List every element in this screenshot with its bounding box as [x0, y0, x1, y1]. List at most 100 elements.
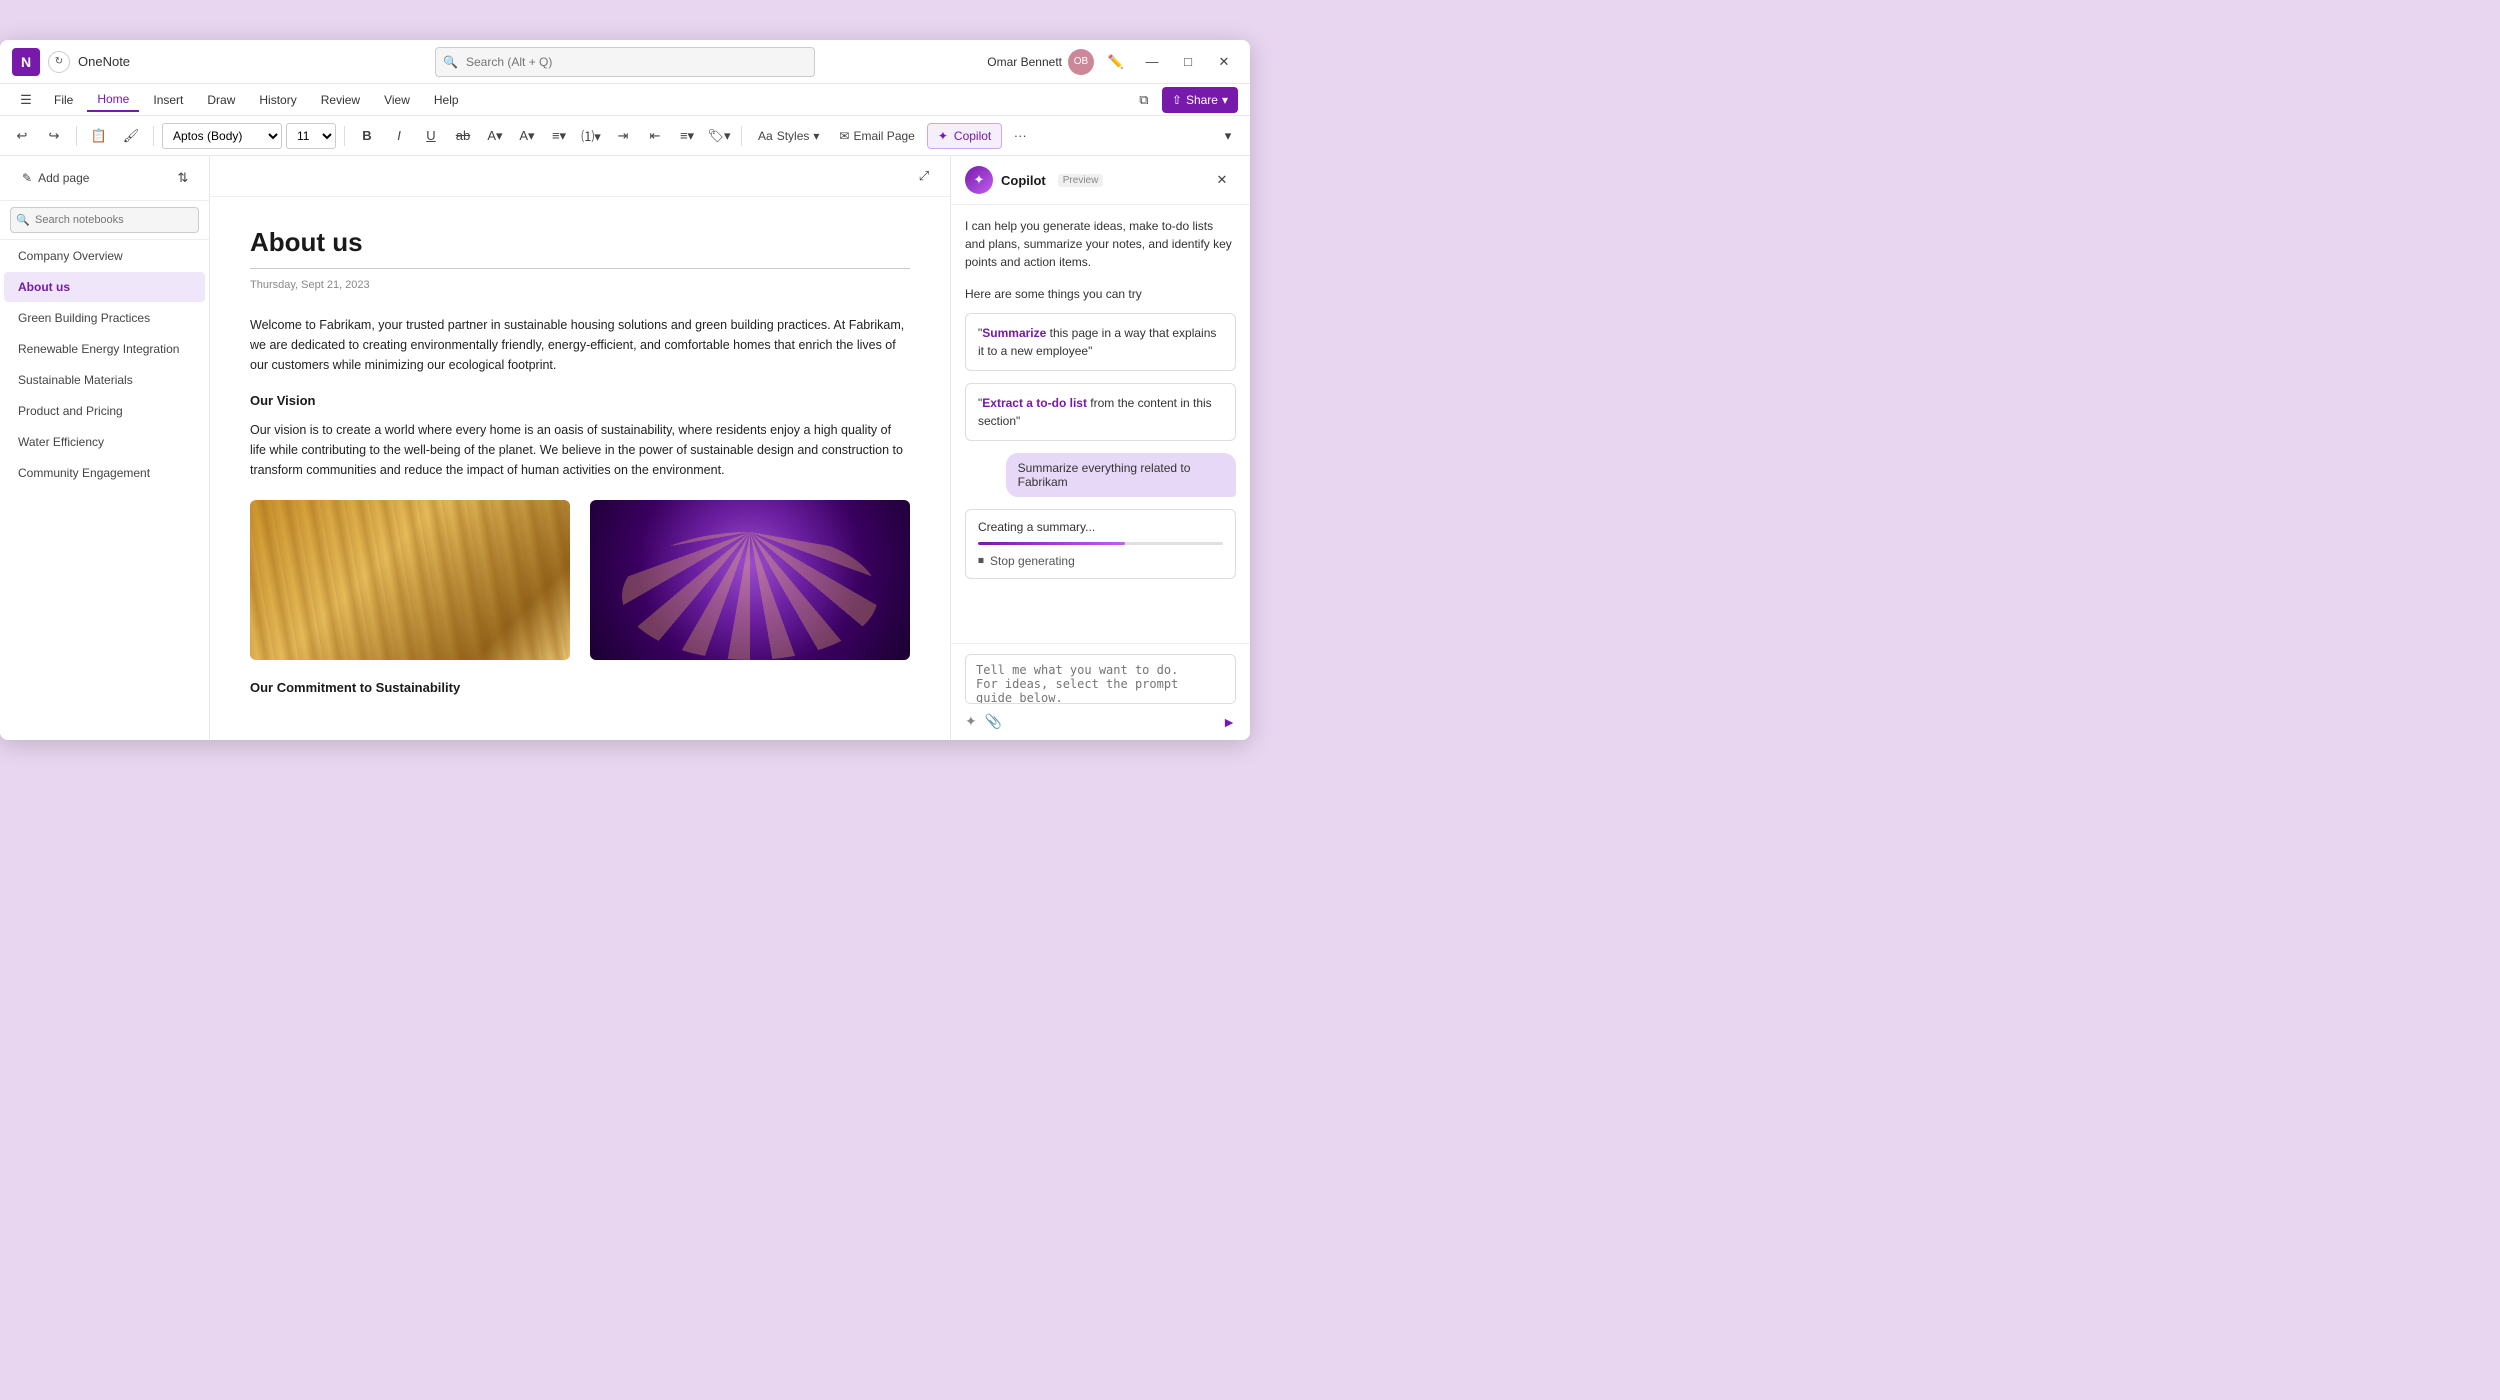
copilot-close-button[interactable]: ✕ — [1208, 166, 1236, 194]
attach-icon[interactable]: 📎 — [985, 713, 1002, 730]
align-button[interactable]: ≡▾ — [673, 122, 701, 150]
sidebar-item-about-us[interactable]: About us — [4, 272, 205, 302]
back-button[interactable]: ↻ — [48, 51, 70, 73]
sidebar-search-input[interactable] — [10, 207, 199, 233]
copilot-try-text: Here are some things you can try — [965, 287, 1236, 301]
sidebar-item-green-building[interactable]: Green Building Practices — [4, 303, 205, 333]
stop-label: Stop generating — [990, 554, 1075, 568]
sidebar-item-company-overview[interactable]: Company Overview — [4, 241, 205, 271]
sidebar-item-renewable-energy[interactable]: Renewable Energy Integration — [4, 334, 205, 364]
paste-button[interactable]: 📋 — [85, 122, 113, 150]
app-name: OneNote — [78, 54, 130, 69]
menu-view[interactable]: View — [374, 89, 420, 111]
menu-insert[interactable]: Insert — [143, 89, 193, 111]
bullets-button[interactable]: ≡▾ — [545, 122, 573, 150]
pen-icon-btn[interactable]: ✏️ — [1102, 48, 1130, 76]
copilot-suggestion-2[interactable]: "Extract a to-do list from the content i… — [965, 383, 1236, 441]
share-button[interactable]: ⇧ Share ▾ — [1162, 87, 1238, 113]
main-area: ✎ Add page ⇅ 🔍 Company Overview About us — [0, 156, 1250, 740]
copilot-preview-badge: Preview — [1058, 174, 1104, 187]
layout-icon[interactable]: ⧉ — [1130, 86, 1158, 114]
menu-bar: ☰ File Home Insert Draw History Review V… — [0, 84, 1250, 116]
maximize-button[interactable]: □ — [1174, 48, 1202, 76]
sidebar-item-product-pricing[interactable]: Product and Pricing — [4, 396, 205, 426]
toolbar-separator2 — [153, 126, 154, 146]
italic-button[interactable]: I — [385, 122, 413, 150]
copilot-title: Copilot — [1001, 173, 1046, 188]
copilot-header: ✦ Copilot Preview ✕ — [951, 156, 1250, 205]
global-search-input[interactable] — [435, 47, 815, 77]
app-window: N ↻ OneNote 🔍 Omar Bennett OB ✏️ — □ ✕ ☰… — [0, 40, 1250, 740]
styles-button[interactable]: Aa Styles ▾ — [750, 123, 827, 149]
page-date: Thursday, Sept 21, 2023 — [250, 279, 910, 291]
copilot-suggestion-1[interactable]: "Summarize this page in a way that expla… — [965, 313, 1236, 371]
strikethrough-button[interactable]: ab — [449, 122, 477, 150]
add-page-icon: ✎ — [22, 171, 32, 185]
bold-button[interactable]: B — [353, 122, 381, 150]
copilot-body: I can help you generate ideas, make to-d… — [951, 205, 1250, 643]
format-painter-button[interactable]: 🖌 — [117, 122, 145, 150]
copilot-intro: I can help you generate ideas, make to-d… — [965, 217, 1236, 271]
close-button[interactable]: ✕ — [1210, 48, 1238, 76]
copilot-user-message: Summarize everything related to Fabrikam — [1006, 453, 1236, 497]
numbering-button[interactable]: ⑴▾ — [577, 122, 605, 150]
dome-image — [590, 500, 910, 660]
collapse-button[interactable]: ▾ — [1214, 122, 1242, 150]
progress-bar — [978, 542, 1223, 545]
indent-button[interactable]: ⇥ — [609, 122, 637, 150]
sidebar-item-community-engagement[interactable]: Community Engagement — [4, 458, 205, 488]
content-body: About us Thursday, Sept 21, 2023 Welcome… — [210, 197, 950, 737]
redo-button[interactable]: ↪ — [40, 122, 68, 150]
menu-help[interactable]: Help — [424, 89, 469, 111]
progress-fill — [978, 542, 1125, 545]
title-bar-search: 🔍 — [435, 47, 815, 77]
sort-icon[interactable]: ⇅ — [169, 164, 197, 192]
copilot-generating-box: Creating a summary... ⏹ Stop generating — [965, 509, 1236, 579]
font-selector[interactable]: Aptos (Body) — [162, 123, 282, 149]
sidebar-search-icon: 🔍 — [16, 214, 30, 227]
hamburger-icon[interactable]: ☰ — [12, 86, 40, 114]
menu-home[interactable]: Home — [87, 88, 139, 112]
menu-draw[interactable]: Draw — [197, 89, 245, 111]
content-area: ⤢ About us Thursday, Sept 21, 2023 Welco… — [210, 156, 950, 740]
page-title: About us — [250, 227, 910, 258]
copilot-input[interactable] — [965, 654, 1236, 704]
undo-button[interactable]: ↩ — [8, 122, 36, 150]
generating-text: Creating a summary... — [978, 520, 1223, 534]
font-size-selector[interactable]: 11 — [286, 123, 336, 149]
sidebar-toolbar: ✎ Add page ⇅ — [0, 156, 209, 201]
section-commitment-heading: Our Commitment to Sustainability — [250, 680, 910, 695]
toolbar-separator — [76, 126, 77, 146]
sidebar-search-area: 🔍 — [0, 201, 209, 240]
underline-button[interactable]: U — [417, 122, 445, 150]
styles-label: Styles — [777, 129, 810, 143]
stop-generating-button[interactable]: ⏹ Stop generating — [978, 553, 1223, 568]
add-page-button[interactable]: ✎ Add page — [12, 165, 99, 191]
font-color-button[interactable]: A▾ — [513, 122, 541, 150]
tag-button[interactable]: 🏷▾ — [705, 122, 733, 150]
menu-review[interactable]: Review — [311, 89, 370, 111]
prompt-guide-icon[interactable]: ✦ — [965, 713, 977, 730]
email-page-button[interactable]: ✉ Email Page — [831, 123, 922, 149]
outdent-button[interactable]: ⇤ — [641, 122, 669, 150]
menu-file[interactable]: File — [44, 89, 83, 111]
copilot-send-button[interactable]: ► — [1222, 714, 1236, 730]
copilot-toolbar-button[interactable]: ✦ Copilot — [927, 123, 1002, 149]
styles-icon: Aa — [758, 129, 773, 143]
page-divider — [250, 268, 910, 269]
minimize-button[interactable]: — — [1138, 48, 1166, 76]
add-page-label: Add page — [38, 171, 89, 185]
sidebar-item-sustainable-materials[interactable]: Sustainable Materials — [4, 365, 205, 395]
search-icon: 🔍 — [443, 55, 458, 69]
suggestion2-bold: Extract a to-do list — [982, 396, 1087, 410]
highlight-button[interactable]: A▾ — [481, 122, 509, 150]
intro-paragraph: Welcome to Fabrikam, your trusted partne… — [250, 315, 910, 375]
copilot-footer-icons: ✦ 📎 ► — [965, 713, 1236, 730]
user-info: Omar Bennett OB — [987, 49, 1094, 75]
share-label: Share — [1186, 93, 1218, 107]
menu-history[interactable]: History — [249, 89, 306, 111]
more-button[interactable]: ··· — [1006, 122, 1034, 150]
user-avatar: OB — [1068, 49, 1094, 75]
expand-icon[interactable]: ⤢ — [910, 162, 938, 190]
sidebar-item-water-efficiency[interactable]: Water Efficiency — [4, 427, 205, 457]
